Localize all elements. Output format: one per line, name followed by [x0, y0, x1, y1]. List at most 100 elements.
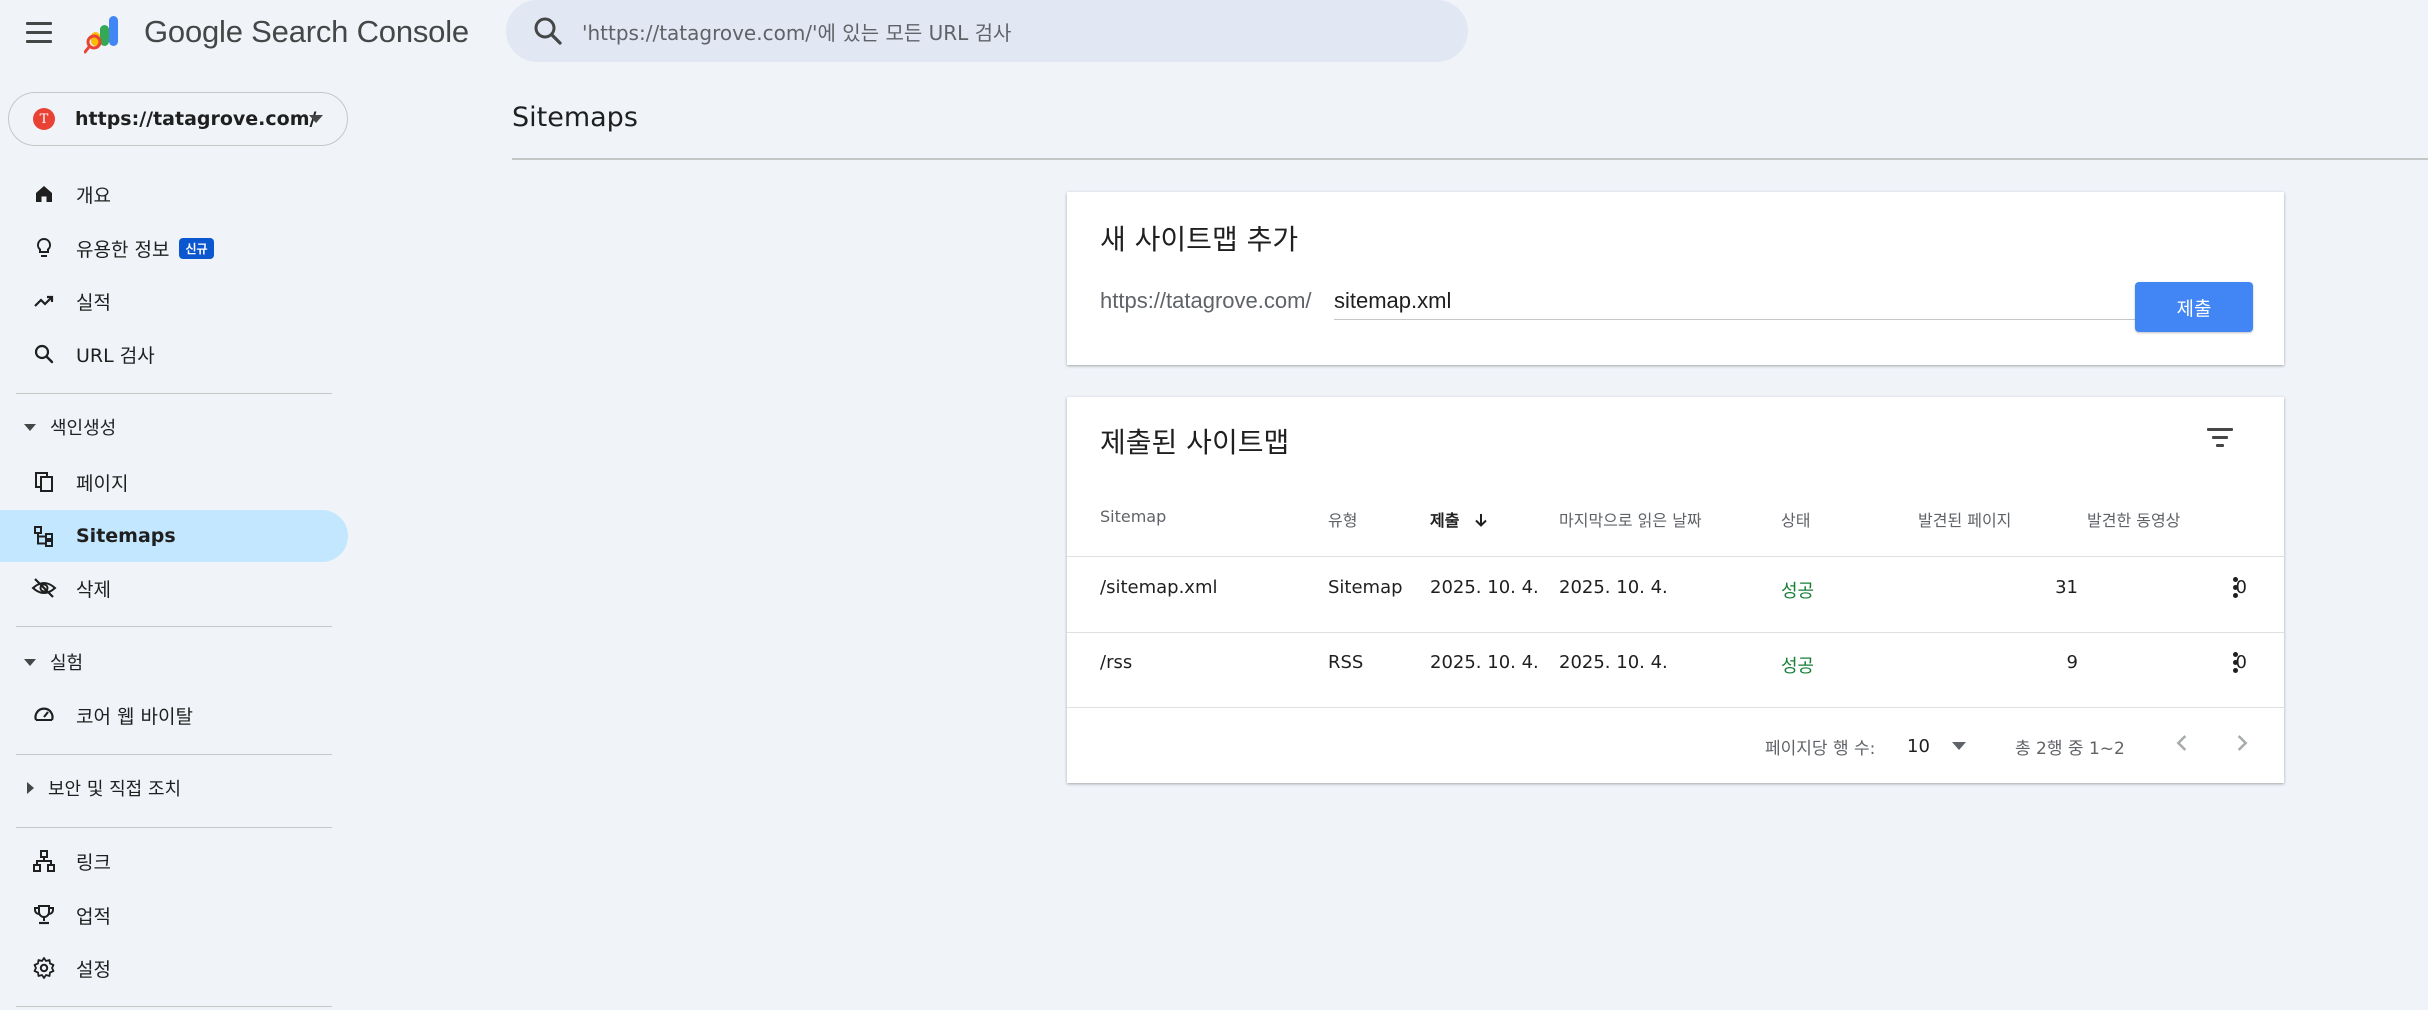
cell-type: RSS	[1328, 652, 1364, 673]
more-vert-icon[interactable]	[2223, 648, 2247, 676]
submit-button[interactable]: 제출	[2135, 282, 2253, 332]
sidebar-section-label: 보안 및 직접 조치	[48, 779, 182, 800]
submitted-sitemaps-card: 제출된 사이트맵 Sitemap 유형 제출 마지막으로 읽은 날짜 상태 발견…	[1067, 397, 2284, 783]
links-icon	[30, 847, 58, 875]
add-sitemap-card: 새 사이트맵 추가 https://tatagrove.com/ 제출	[1067, 192, 2284, 365]
sidebar-item-insights[interactable]: 유용한 정보 신규	[0, 222, 348, 274]
column-header-status[interactable]: 상태	[1781, 507, 1810, 531]
cell-pages: 9	[2066, 652, 2078, 673]
speed-icon	[30, 701, 58, 729]
cell-submitted: 2025. 10. 4.	[1430, 652, 1539, 673]
sidebar-section-label: 색인생성	[50, 418, 117, 439]
column-header-submitted[interactable]: 제출	[1430, 507, 1489, 531]
search-icon	[534, 17, 562, 45]
sidebar-item-label: 업적	[76, 905, 111, 928]
app-brand: Google Search Console	[144, 14, 469, 49]
rows-per-page-select[interactable]: 10	[1907, 731, 1971, 761]
sidebar-item-achievements[interactable]: 업적	[0, 889, 348, 941]
main-menu-button[interactable]	[26, 16, 64, 48]
sidebar-item-removals[interactable]: 삭제	[0, 562, 348, 614]
trophy-icon	[30, 901, 58, 929]
cell-sitemap: /sitemap.xml	[1100, 577, 1218, 598]
sitemap-icon	[30, 522, 58, 550]
cell-last-read: 2025. 10. 4.	[1559, 652, 1668, 673]
sidebar-item-label: 코어 웹 바이탈	[76, 705, 193, 728]
sidebar-item-label: 개요	[76, 184, 111, 207]
sidebar-divider	[16, 393, 332, 394]
row-divider	[1067, 707, 2284, 708]
cell-sitemap: /rss	[1100, 652, 1133, 673]
rows-per-page-label: 페이지당 행 수:	[1765, 739, 1876, 759]
cell-submitted: 2025. 10. 4.	[1430, 577, 1539, 598]
sidebar-item-pages[interactable]: 페이지	[0, 456, 348, 508]
pagination-range: 총 2행 중 1~2	[2015, 739, 2125, 759]
new-badge: 신규	[179, 237, 214, 259]
search-console-logo-icon	[83, 12, 130, 54]
sitemap-url-prefix: https://tatagrove.com/	[1100, 288, 1312, 313]
chevron-down-icon	[309, 115, 323, 123]
visibility-off-icon	[30, 574, 58, 602]
sidebar-item-label: 삭제	[76, 578, 111, 601]
add-sitemap-title: 새 사이트맵 추가	[1100, 223, 1299, 256]
sidebar-section-experiments[interactable]: 실험	[0, 640, 340, 684]
pages-icon	[30, 468, 58, 496]
column-header-last-read[interactable]: 마지막으로 읽은 날짜	[1559, 507, 1702, 531]
column-header-type[interactable]: 유형	[1328, 507, 1357, 531]
page-title: Sitemaps	[512, 102, 638, 133]
sidebar-section-indexing[interactable]: 색인생성	[0, 405, 340, 449]
sidebar-divider	[16, 754, 332, 755]
row-divider	[1067, 632, 2284, 633]
sidebar-item-links[interactable]: 링크	[0, 835, 348, 887]
property-url: https://tatagrove.com/	[75, 108, 317, 130]
cell-status: 성공	[1781, 581, 1815, 602]
rows-per-page-value: 10	[1907, 735, 1930, 757]
sidebar-item-overview[interactable]: 개요	[0, 168, 348, 220]
search-icon	[30, 340, 58, 368]
sidebar-item-label: 실적	[76, 291, 111, 314]
chevron-left-icon[interactable]	[2169, 729, 2197, 757]
sidebar-section-security[interactable]: 보안 및 직접 조치	[0, 766, 340, 810]
cell-type: Sitemap	[1328, 577, 1403, 598]
caret-down-icon	[1951, 742, 1966, 750]
gear-icon	[30, 954, 58, 982]
home-icon	[30, 180, 58, 208]
sidebar-item-label: URL 검사	[76, 344, 155, 367]
more-vert-icon[interactable]	[2223, 573, 2247, 601]
url-inspect-search[interactable]: 'https://tatagrove.com/'에 있는 모든 URL 검사	[506, 0, 1468, 62]
sidebar-item-performance[interactable]: 실적	[0, 275, 348, 327]
caret-down-icon	[24, 423, 36, 431]
sidebar-item-label: Sitemaps	[76, 525, 176, 547]
sidebar-divider	[16, 1006, 332, 1007]
chevron-right-icon[interactable]	[2227, 729, 2255, 757]
sidebar-item-core-web-vitals[interactable]: 코어 웹 바이탈	[0, 689, 348, 741]
search-placeholder: 'https://tatagrove.com/'에 있는 모든 URL 검사	[582, 20, 1012, 45]
submitted-sitemaps-title: 제출된 사이트맵	[1100, 426, 1290, 459]
sidebar-item-label: 유용한 정보	[76, 238, 170, 261]
column-header-sitemap[interactable]: Sitemap	[1100, 507, 1166, 526]
sidebar-divider	[16, 626, 332, 627]
sidebar-item-settings[interactable]: 설정	[0, 942, 348, 994]
caret-right-icon	[27, 782, 34, 794]
lightbulb-icon	[30, 234, 58, 262]
property-selector[interactable]: T https://tatagrove.com/	[8, 92, 348, 146]
title-divider	[512, 158, 2428, 160]
sidebar-item-label: 페이지	[76, 472, 129, 495]
caret-down-icon	[24, 658, 36, 666]
sitemap-url-input[interactable]	[1334, 282, 2182, 320]
column-header-videos[interactable]: 발견한 동영상	[2087, 507, 2180, 531]
sidebar-item-url-inspection[interactable]: URL 검사	[0, 328, 348, 380]
column-header-pages[interactable]: 발견된 페이지	[1918, 507, 2011, 531]
sidebar-divider	[16, 827, 332, 828]
trending-up-icon	[30, 287, 58, 315]
filter-icon[interactable]	[2205, 425, 2235, 451]
arrow-down-icon	[1475, 514, 1487, 527]
property-favicon-icon: T	[33, 108, 55, 130]
cell-pages: 31	[2055, 577, 2078, 598]
sidebar-item-sitemaps[interactable]: Sitemaps	[0, 510, 348, 562]
sidebar-item-label: 링크	[76, 851, 111, 874]
column-header-label: 제출	[1430, 511, 1460, 530]
cell-last-read: 2025. 10. 4.	[1559, 577, 1668, 598]
sidebar-item-label: 설정	[76, 958, 111, 981]
row-divider	[1067, 556, 2284, 557]
cell-status: 성공	[1781, 656, 1815, 677]
